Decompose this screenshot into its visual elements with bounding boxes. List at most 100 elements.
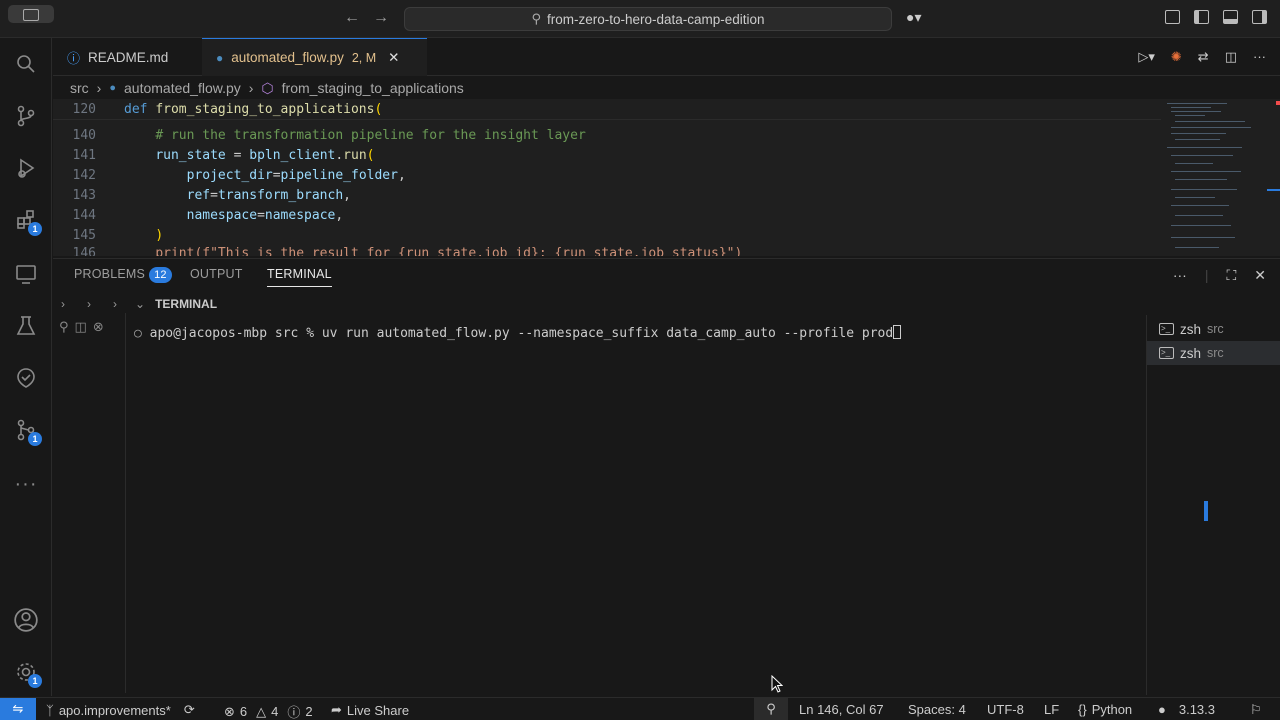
toggle-secondary-sidebar-icon[interactable] <box>1252 10 1267 24</box>
chevron-right-icon[interactable]: › <box>113 297 117 311</box>
problems-indicator[interactable]: ⊗ 6 △ 4 ⓘ 2 <box>224 702 313 720</box>
code-value: namespace <box>264 207 336 223</box>
error-icon: ⊗ <box>224 703 235 719</box>
account-icon[interactable] <box>0 598 52 642</box>
chevron-right-icon[interactable]: › <box>87 297 91 311</box>
error-marker <box>1276 101 1280 105</box>
language-mode[interactable]: {} Python <box>1078 702 1132 717</box>
warning-icon: △ <box>256 703 267 719</box>
code-dot: . <box>335 147 344 163</box>
python-version: 3.13.3 <box>1178 702 1216 717</box>
code-line[interactable]: 142 project_dir = pipeline_folder, <box>53 165 406 185</box>
sticky-scroll-line[interactable]: 120 def from_staging_to_applications( <box>53 99 1161 120</box>
minimap-slider[interactable] <box>1267 189 1280 191</box>
code-comma: , <box>343 187 351 203</box>
source-control-icon[interactable] <box>0 94 52 138</box>
remote-indicator-icon[interactable]: ⇋ <box>0 697 36 720</box>
indentation[interactable]: Spaces: 4 <box>908 702 966 717</box>
pin-icon[interactable]: ⚲ <box>59 319 69 335</box>
split-editor-icon[interactable]: ◫ <box>1225 49 1237 65</box>
zoom-icon[interactable]: ⚲ <box>754 698 788 720</box>
code-line[interactable]: 140 # run the transformation pipeline fo… <box>53 125 586 145</box>
maximize-panel-icon[interactable]: ⛶ <box>1226 267 1236 284</box>
arrow-left-icon[interactable]: ← <box>344 9 360 27</box>
code-line[interactable]: 143 ref = transform_branch, <box>53 185 351 205</box>
terminal-section-label: TERMINAL <box>155 297 218 311</box>
breadcrumb-file[interactable]: automated_flow.py <box>124 80 241 96</box>
breadcrumb-folder[interactable]: src <box>70 80 89 96</box>
branch-indicator[interactable]: ᛉ apo.improvements* ⟳ <box>46 702 195 718</box>
code-function-name: from_staging_to_applications <box>155 101 375 117</box>
gear-icon[interactable]: 1 <box>0 650 52 694</box>
code-operator: = <box>225 147 250 163</box>
status-bar: ⇋ ᛉ apo.improvements* ⟳ ⊗ 6 △ 4 ⓘ 2 ➦ Li… <box>0 697 1280 720</box>
split-terminal-icon[interactable]: ◫ <box>75 319 87 335</box>
breadcrumb-symbol[interactable]: from_staging_to_applications <box>282 80 464 96</box>
prompt-circle-icon: ○ <box>134 326 150 341</box>
live-share-icon: ➦ <box>331 702 342 717</box>
git-graph-icon[interactable]: 1 <box>0 408 52 452</box>
compare-changes-icon[interactable]: ⇄ <box>1198 49 1209 65</box>
code-line[interactable]: 146 print(f"This is the result for {run_… <box>53 243 743 257</box>
code-equals: = <box>210 187 218 203</box>
code-editor[interactable]: 120 def from_staging_to_applications( 140… <box>53 99 1161 256</box>
code-paren: ) <box>155 227 164 243</box>
more-icon[interactable]: ··· <box>0 462 52 506</box>
tab-label: TERMINAL <box>267 267 332 281</box>
code-line[interactable]: 144 namespace = namespace, <box>53 205 344 225</box>
more-actions-icon[interactable]: ··· <box>1253 49 1266 65</box>
cursor-position[interactable]: Ln 146, Col 67 <box>799 702 884 717</box>
branch-icon: ᛉ <box>46 702 54 718</box>
info-count: 2 <box>305 704 313 719</box>
gitlens-icon[interactable] <box>0 356 52 400</box>
code-line[interactable]: 141 run_state = bpln_client. run( <box>53 145 375 165</box>
terminal-output[interactable]: ○ apo@jacopos-mbp src % uv run automated… <box>125 313 1208 693</box>
explorer-icon[interactable] <box>0 42 52 86</box>
terminal-list-item[interactable]: >_ zsh src <box>1147 341 1280 365</box>
run-icon[interactable]: ▷▾ <box>1138 49 1155 65</box>
code-paren: ( <box>366 147 375 163</box>
terminal-list-item[interactable]: >_ zsh src <box>1147 317 1280 341</box>
chevron-right-icon: › <box>248 80 254 96</box>
testing-icon[interactable] <box>0 304 52 348</box>
minimap[interactable] <box>1161 99 1280 256</box>
tab-readme[interactable]: ⓘ README.md <box>53 38 201 76</box>
terminal-section-header[interactable]: › › › ⌄ TERMINAL <box>53 293 1280 315</box>
line-number: 143 <box>72 187 96 203</box>
remote-explorer-icon[interactable] <box>0 252 52 296</box>
branch-name: apo.improvements* <box>58 702 171 718</box>
more-actions-icon[interactable]: ··· <box>1173 267 1187 284</box>
python-interpreter[interactable]: ● 3.13.3 <box>1158 702 1215 717</box>
bell-icon[interactable]: ⚐ <box>1250 702 1262 718</box>
terminal-prompt-line[interactable]: ○ apo@jacopos-mbp src % uv run automated… <box>134 325 902 341</box>
close-icon[interactable]: ✕ <box>388 50 399 66</box>
toggle-primary-sidebar-icon[interactable] <box>1194 10 1209 24</box>
method-icon: ⬡ <box>261 79 274 96</box>
terminal-name: zsh <box>1180 345 1202 361</box>
customize-layout-icon[interactable] <box>1165 10 1180 24</box>
language-label: Python <box>1091 702 1133 717</box>
chevron-down-icon[interactable]: ⌄ <box>135 297 145 311</box>
tab-terminal[interactable]: TERMINAL <box>267 267 332 287</box>
sidebar-toggle-icon[interactable] <box>8 5 54 23</box>
chevron-right-icon[interactable]: › <box>61 297 65 311</box>
command-center-search[interactable]: ⚲ from-zero-to-hero-data-camp-edition <box>404 7 892 31</box>
kill-terminal-icon[interactable]: ⊗ <box>93 319 104 335</box>
close-icon[interactable]: ✕ <box>1254 267 1266 284</box>
tab-problems[interactable]: PROBLEMS 12 <box>74 267 172 283</box>
extensions-icon[interactable]: 1 <box>0 198 52 242</box>
end-of-line[interactable]: LF <box>1044 702 1059 717</box>
divider: | <box>1204 267 1209 283</box>
sync-icon[interactable]: ⟳ <box>184 702 195 718</box>
live-share-button[interactable]: ➦ Live Share <box>331 702 409 718</box>
arrow-right-icon[interactable]: → <box>373 9 389 27</box>
code-line[interactable]: 145 ) <box>53 225 164 245</box>
spark-icon[interactable]: ✺ <box>1171 49 1182 65</box>
tab-output[interactable]: OUTPUT <box>190 267 243 281</box>
tab-automated-flow[interactable]: ● automated_flow.py 2, M ✕ <box>202 38 427 76</box>
copilot-icon[interactable]: ●▾ <box>906 9 921 26</box>
encoding[interactable]: UTF-8 <box>987 702 1024 717</box>
run-debug-icon[interactable] <box>0 146 52 190</box>
toggle-panel-icon[interactable] <box>1223 10 1238 24</box>
info-icon: ⓘ <box>67 50 81 66</box>
